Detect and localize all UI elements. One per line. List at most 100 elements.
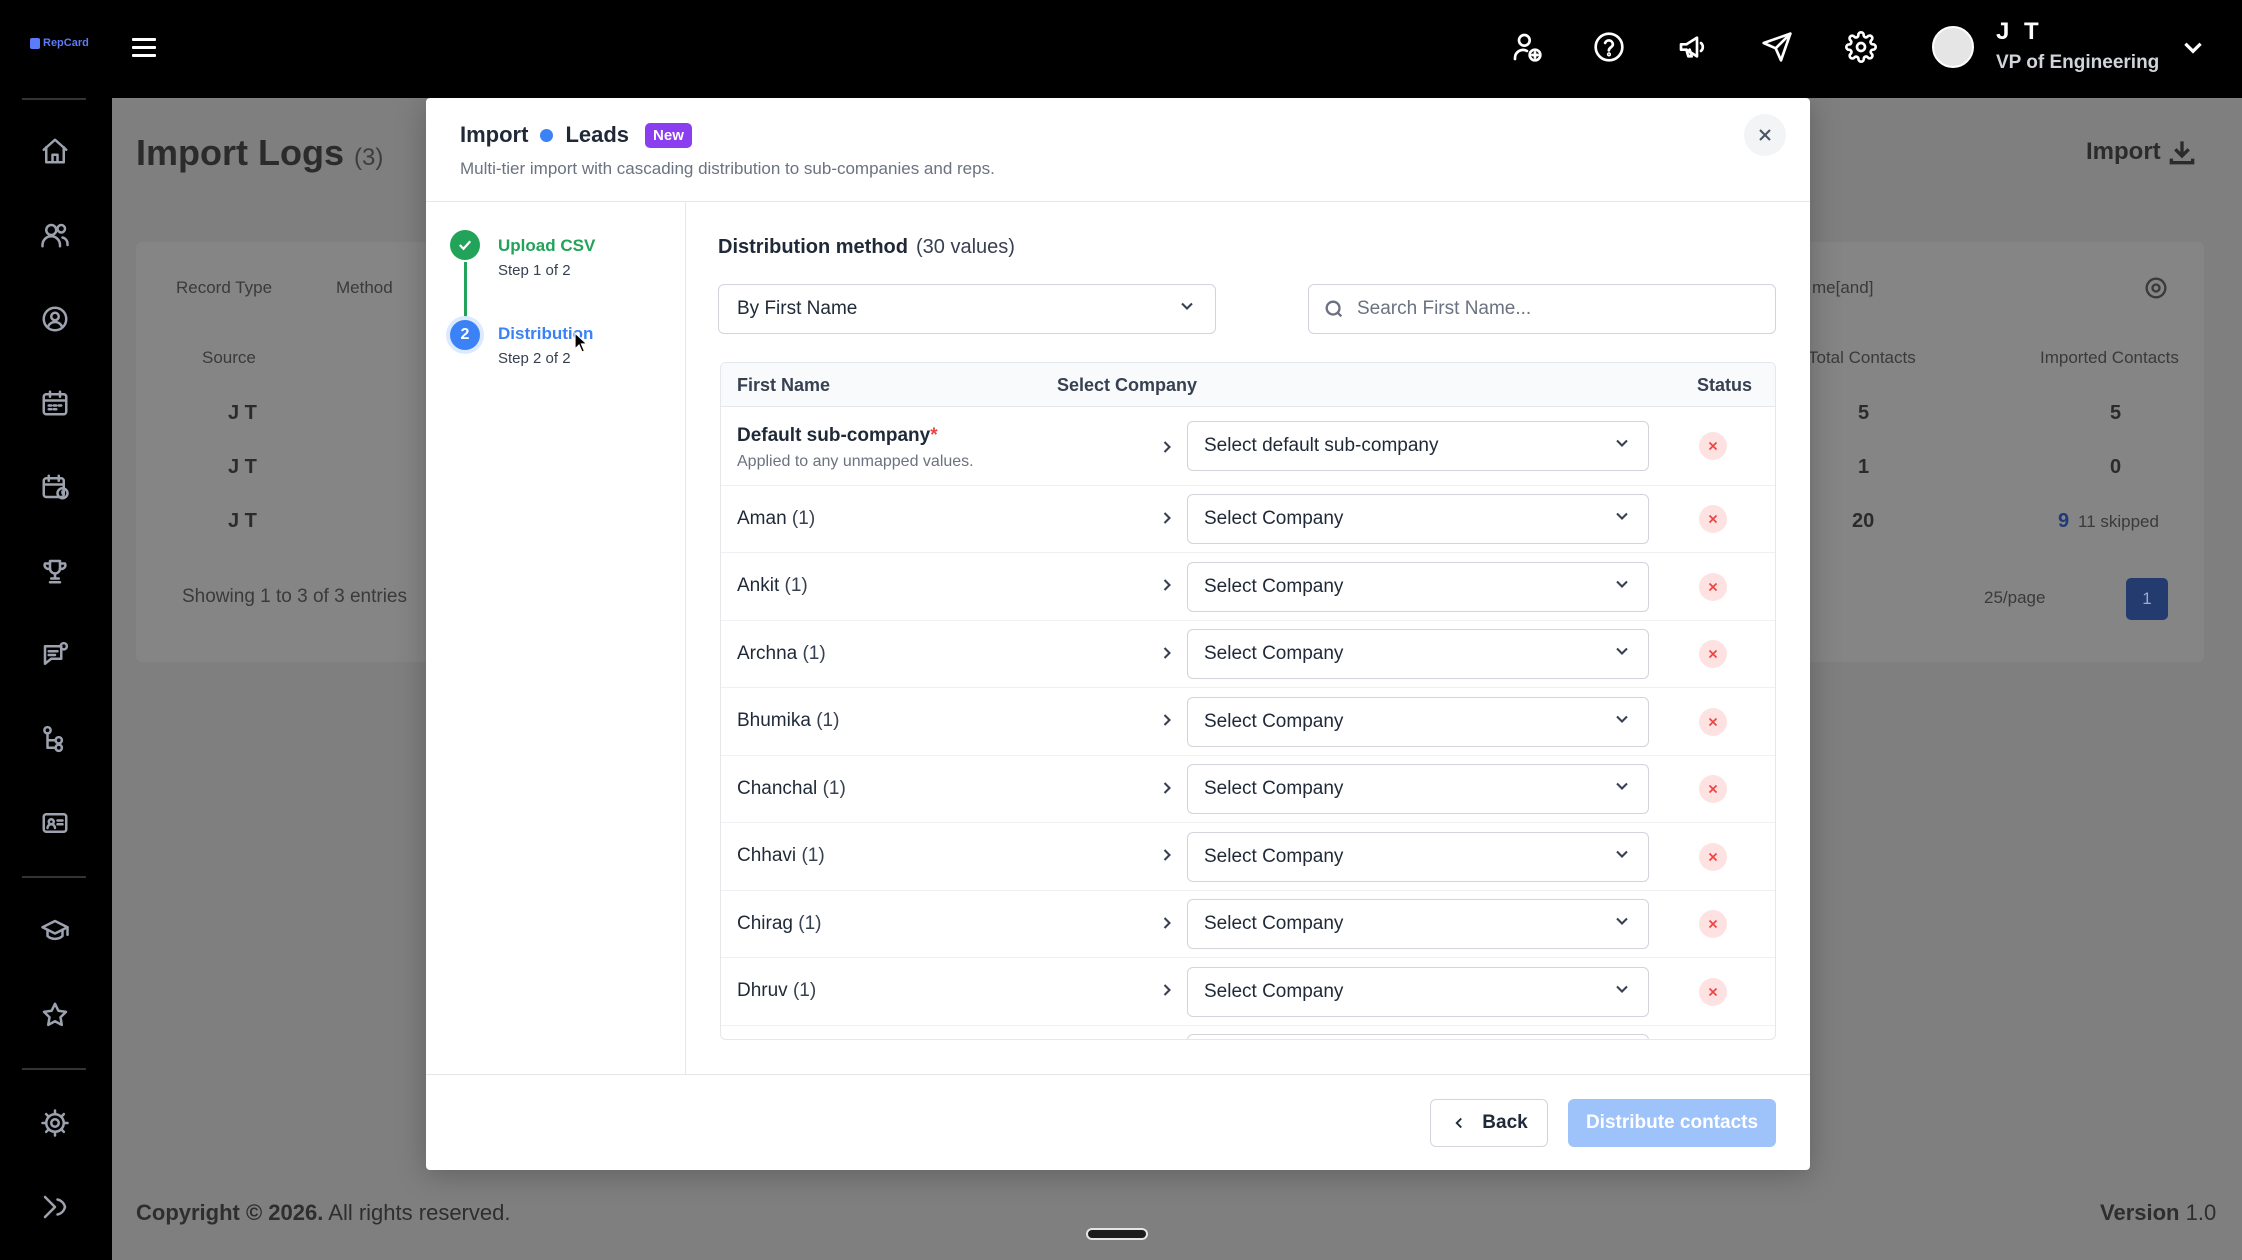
status-unassigned-icon [1699,573,1727,601]
distribution-method-label: Distribution method (30 values) [718,236,1015,258]
step-complete-icon [450,230,480,260]
status-unassigned-icon [1699,910,1727,938]
chevron-right-icon[interactable] [1157,778,1179,800]
table-row: Bhumika (1) Select Company [721,688,1775,756]
settings-icon[interactable] [36,1104,74,1142]
pagination-page-1[interactable]: 1 [2126,578,2168,620]
download-icon[interactable] [2166,136,2198,168]
brand-logo[interactable]: RepCard [30,36,89,50]
search-input[interactable] [1357,298,1757,320]
company-select[interactable]: Select Company [1187,764,1649,814]
chevron-right-icon[interactable] [1157,508,1179,530]
distribute-contacts-button[interactable]: Distribute contacts [1568,1099,1776,1147]
avatar[interactable] [1932,26,1974,68]
megaphone-icon[interactable] [1674,28,1712,66]
nav-divider [22,876,86,878]
status-unassigned-icon [1699,843,1727,871]
close-button[interactable] [1744,114,1786,156]
gear-icon[interactable] [1842,28,1880,66]
search-first-name[interactable] [1308,284,1776,334]
distribution-table: First Name Select Company Status Default… [720,362,1776,1040]
contacts-icon[interactable] [36,300,74,338]
status-unassigned-icon [1699,775,1727,803]
chevron-right-icon[interactable] [1157,980,1179,1002]
user-name[interactable]: J T [1996,18,2043,46]
home-icon[interactable] [36,132,74,170]
status-dot-icon [540,128,554,142]
table-row: Aman (1) Select Company [721,486,1775,553]
chevron-right-icon[interactable] [1157,575,1179,597]
modal-title: Import Leads New [460,122,692,148]
schedule-icon[interactable] [36,468,74,506]
chevron-down-icon [1612,911,1632,937]
row-first-name: Chanchal (1) [737,778,846,799]
company-select[interactable]: Select Company [1187,494,1649,544]
per-page-select[interactable]: 25/page [1984,588,2045,608]
footer-version: Version 1.0 [2100,1200,2217,1225]
mouse-cursor-icon [574,332,589,353]
menu-toggle-icon[interactable] [132,38,156,62]
chevron-left-icon [1455,1117,1463,1129]
status-unassigned-icon [1699,432,1727,460]
company-select[interactable]: Select Company [1187,562,1649,612]
search-fragment[interactable]: me[and] [1812,278,1873,298]
chat-icon[interactable] [36,636,74,674]
help-icon[interactable] [1590,28,1628,66]
column-total-contacts: Total Contacts [1808,348,1916,367]
chevron-right-icon[interactable] [1157,913,1179,935]
trophy-icon[interactable] [36,552,74,590]
chevron-down-icon[interactable] [2180,34,2206,60]
table-row: Chanchal (1) Select Company [721,756,1775,823]
column-imported-contacts: Imported Contacts [2040,348,2179,367]
company-select[interactable]: Select Company [1187,832,1649,882]
calendar-icon[interactable] [36,384,74,422]
table-row: Chhavi (1) Select Company [721,823,1775,891]
scroll-handle[interactable] [1086,1228,1148,1240]
chevron-right-icon[interactable] [1157,845,1179,867]
left-nav [0,98,112,1260]
users-icon[interactable] [36,216,74,254]
table-header: First Name Select Company Status [721,363,1775,407]
row-imported: 5 [2110,402,2122,424]
distribution-method-select[interactable]: By First Name [718,284,1216,334]
default-sub-company-note: Applied to any unmapped values. [737,453,974,470]
import-button[interactable]: Import [2086,138,2161,166]
collapse-icon[interactable] [36,1188,74,1226]
step-upload-csv[interactable]: Upload CSV [498,236,595,256]
chevron-right-icon[interactable] [1157,437,1179,459]
modal-header: Import Leads New Multi-tier import with … [426,98,1810,202]
hierarchy-icon[interactable] [36,720,74,758]
id-card-icon[interactable] [36,804,74,842]
status-unassigned-icon [1699,708,1727,736]
status-unassigned-icon [1699,640,1727,668]
chevron-right-icon[interactable] [1157,643,1179,665]
row-first-name: Archna (1) [737,643,826,664]
modal-footer: Back Distribute contacts [426,1074,1810,1170]
filter-record-type[interactable]: Record Type [176,278,272,298]
row-first-name: Dhruv (1) [737,980,817,1001]
chevron-down-icon [1612,979,1632,1005]
nav-divider [22,98,86,100]
company-select[interactable]: Select Company [1187,629,1649,679]
row-first-name: Chhavi (1) [737,845,825,866]
chevron-down-icon [1612,709,1632,735]
star-icon[interactable] [36,996,74,1034]
table-settings-icon[interactable] [2142,274,2172,304]
company-select[interactable] [1187,1034,1649,1039]
graduation-cap-icon[interactable] [36,912,74,950]
showing-entries: Showing 1 to 3 of 3 entries [182,586,407,607]
logo-mark-icon [30,37,40,49]
company-select[interactable]: Select Company [1187,967,1649,1017]
filter-method[interactable]: Method [336,278,393,298]
close-icon [1759,129,1771,141]
send-icon[interactable] [1758,28,1796,66]
company-select[interactable]: Select Company [1187,899,1649,949]
row-skipped: 11 skipped [2078,512,2159,531]
chevron-down-icon [1612,433,1632,459]
company-select[interactable]: Select Company [1187,697,1649,747]
top-bar: RepCard J T VP of Engineering [0,0,2242,98]
add-user-icon[interactable] [1508,28,1546,66]
back-button[interactable]: Back [1430,1099,1548,1147]
chevron-right-icon[interactable] [1157,710,1179,732]
default-sub-company-select[interactable]: Select default sub-company [1187,421,1649,471]
